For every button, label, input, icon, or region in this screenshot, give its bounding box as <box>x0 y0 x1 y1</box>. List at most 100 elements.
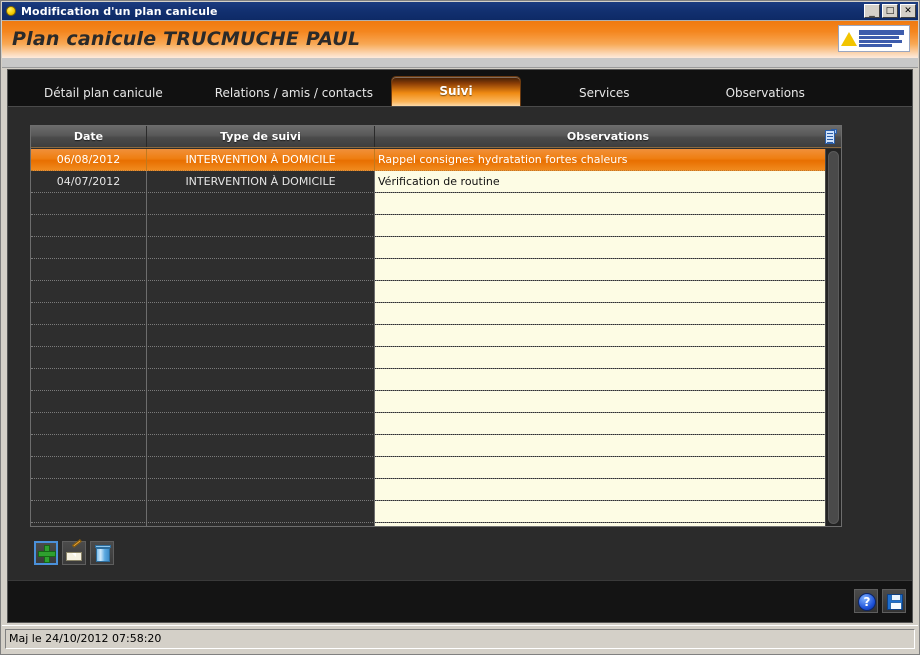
cell-observations <box>375 457 841 478</box>
cell-observations <box>375 413 841 434</box>
table-row[interactable] <box>31 347 841 369</box>
minimize-button[interactable]: _ <box>864 4 880 18</box>
cell-type-de-suivi <box>147 325 375 346</box>
help-icon: ? <box>858 593 876 611</box>
table-row[interactable] <box>31 259 841 281</box>
cell-observations <box>375 281 841 302</box>
cell-date <box>31 479 147 500</box>
cell-date <box>31 237 147 258</box>
grid-action-toolbar <box>34 541 114 565</box>
grid-body: 06/08/2012INTERVENTION À DOMICILERappel … <box>31 149 841 526</box>
table-row[interactable] <box>31 193 841 215</box>
cell-type-de-suivi <box>147 457 375 478</box>
save-floppy-icon <box>887 594 903 610</box>
close-icon: ✕ <box>901 5 915 17</box>
cell-date <box>31 259 147 280</box>
panel-footer: ? <box>8 580 912 622</box>
minimize-icon: _ <box>865 5 879 17</box>
cell-date: 04/07/2012 <box>31 171 147 192</box>
cell-date <box>31 347 147 368</box>
cell-observations <box>375 501 841 522</box>
column-header-date[interactable]: Date <box>31 126 147 147</box>
cell-type-de-suivi <box>147 303 375 324</box>
cell-observations <box>375 523 841 527</box>
table-row[interactable] <box>31 413 841 435</box>
table-row[interactable] <box>31 457 841 479</box>
cell-observations <box>375 479 841 500</box>
suivi-grid: Date Type de suivi Observations 06/08/20… <box>30 125 842 527</box>
columns-chooser-icon[interactable] <box>823 129 837 145</box>
tab-relations-amis-contacts[interactable]: Relations / amis / contacts <box>203 80 385 106</box>
column-header-type-de-suivi[interactable]: Type de suivi <box>147 126 375 147</box>
grid-header-row: Date Type de suivi Observations <box>31 126 841 148</box>
page-title: Plan canicule TRUCMUCHE PAUL <box>12 28 360 50</box>
cell-date <box>31 303 147 324</box>
cell-type-de-suivi <box>147 237 375 258</box>
cell-date <box>31 281 147 302</box>
delete-button[interactable] <box>90 541 114 565</box>
cell-type-de-suivi <box>147 479 375 500</box>
help-button[interactable]: ? <box>854 589 878 613</box>
table-row[interactable] <box>31 281 841 303</box>
cell-date <box>31 435 147 456</box>
table-row[interactable]: 04/07/2012INTERVENTION À DOMICILEVérific… <box>31 171 841 193</box>
tab-suivi[interactable]: Suivi <box>391 76 521 106</box>
cell-date <box>31 369 147 390</box>
window-title: Modification d'un plan canicule <box>21 5 218 18</box>
cell-type-de-suivi <box>147 347 375 368</box>
table-row[interactable] <box>31 215 841 237</box>
edit-button[interactable] <box>62 541 86 565</box>
cell-type-de-suivi <box>147 259 375 280</box>
logo-text-lines <box>857 30 909 47</box>
cell-observations <box>375 193 841 214</box>
maximize-button[interactable]: □ <box>882 4 898 18</box>
grid-vertical-scrollbar[interactable] <box>825 149 841 526</box>
close-button[interactable]: ✕ <box>900 4 916 18</box>
table-row[interactable] <box>31 523 841 527</box>
cell-observations <box>375 435 841 456</box>
agency-logo <box>838 25 910 52</box>
window-titlebar: Modification d'un plan canicule _ □ ✕ <box>2 2 918 20</box>
tab-panel-suivi: Date Type de suivi Observations 06/08/20… <box>8 106 912 622</box>
cell-type-de-suivi <box>147 391 375 412</box>
cell-date: 06/08/2012 <box>31 149 147 170</box>
cell-type-de-suivi <box>147 413 375 434</box>
cell-observations <box>375 347 841 368</box>
status-message: Maj le 24/10/2012 07:58:20 <box>5 629 915 649</box>
tab-bar: Détail plan canicule Relations / amis / … <box>8 70 912 106</box>
window-icon <box>6 6 16 16</box>
tab-label: Relations / amis / contacts <box>215 86 373 100</box>
application-window: Modification d'un plan canicule _ □ ✕ Pl… <box>0 0 920 655</box>
cell-observations <box>375 391 841 412</box>
tab-services[interactable]: Services <box>567 80 642 106</box>
cell-observations <box>375 259 841 280</box>
table-row[interactable] <box>31 325 841 347</box>
cell-observations <box>375 215 841 236</box>
cell-type-de-suivi <box>147 193 375 214</box>
add-button[interactable] <box>34 541 58 565</box>
save-button[interactable] <box>882 589 906 613</box>
table-row[interactable] <box>31 303 841 325</box>
cell-type-de-suivi <box>147 435 375 456</box>
tab-label: Services <box>579 86 630 100</box>
scrollbar-thumb[interactable] <box>828 151 839 524</box>
table-row[interactable] <box>31 237 841 259</box>
table-row[interactable] <box>31 369 841 391</box>
table-row[interactable]: 06/08/2012INTERVENTION À DOMICILERappel … <box>31 149 841 171</box>
table-row[interactable] <box>31 391 841 413</box>
table-row[interactable] <box>31 479 841 501</box>
cell-date <box>31 391 147 412</box>
tab-detail-plan-canicule[interactable]: Détail plan canicule <box>32 80 175 106</box>
cell-date <box>31 193 147 214</box>
cell-observations <box>375 303 841 324</box>
content-panel: Détail plan canicule Relations / amis / … <box>7 69 913 623</box>
cell-date <box>31 457 147 478</box>
table-row[interactable] <box>31 435 841 457</box>
cell-observations <box>375 369 841 390</box>
cell-type-de-suivi <box>147 281 375 302</box>
cell-observations <box>375 325 841 346</box>
tab-observations[interactable]: Observations <box>714 80 817 106</box>
cell-date <box>31 523 147 527</box>
table-row[interactable] <box>31 501 841 523</box>
column-header-observations[interactable]: Observations <box>375 126 841 147</box>
